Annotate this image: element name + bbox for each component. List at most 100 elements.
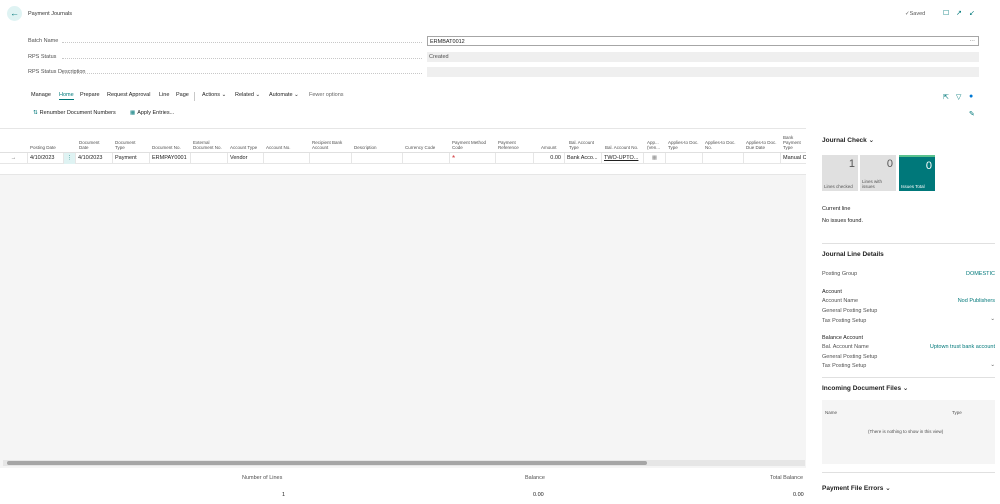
column-header[interactable]: Document Date <box>79 140 109 150</box>
lines-checked-tile[interactable]: 1 Lines checked <box>822 155 858 191</box>
column-header[interactable]: Bal. Account No. <box>605 145 639 150</box>
personalize-icon[interactable]: ✎ <box>969 110 975 118</box>
tab-prepare[interactable]: Prepare <box>80 92 100 98</box>
bal-account-type-cell[interactable]: Bank Acco... <box>565 153 602 164</box>
account-no-cell[interactable] <box>264 153 310 164</box>
back-arrow-icon[interactable]: ← <box>7 6 22 21</box>
total-balance-label: Total Balance <box>770 475 804 481</box>
column-header[interactable]: Recipient Bank Account <box>312 140 350 150</box>
column-header[interactable]: Document Type <box>115 140 145 150</box>
document-date-cell[interactable]: 4/10/2023 <box>76 153 113 164</box>
bal-tax-posting-setup-dropdown-icon[interactable]: ⌄ <box>990 362 995 368</box>
batch-name-field[interactable]: ERMBAT0012 ⋯ <box>427 36 979 46</box>
account-name-value[interactable]: Nod Publishers <box>958 298 995 304</box>
tax-posting-setup-dropdown-icon[interactable]: ⌄ <box>990 316 995 322</box>
menu-actions[interactable]: Actions ⌄ <box>202 92 226 98</box>
posting-date-cell[interactable]: 4/10/2023 <box>28 153 64 164</box>
horizontal-scrollbar[interactable] <box>3 460 805 466</box>
general-posting-setup-label: General Posting Setup <box>822 308 878 314</box>
column-header[interactable]: Posting Date <box>30 145 64 150</box>
bal-account-no-cell[interactable]: TWO-UPTO... <box>602 153 644 164</box>
balance-value: 0.00 <box>533 492 544 498</box>
rps-status-field: Created <box>427 52 979 62</box>
tab-page[interactable]: Page <box>176 92 189 98</box>
tax-posting-setup-label: Tax Posting Setup <box>822 318 867 324</box>
menu-related[interactable]: Related ⌄ <box>235 92 260 98</box>
incoming-document-files-title[interactable]: Incoming Document Files ⌄ <box>822 384 908 392</box>
column-header[interactable]: App... (Ven... <box>647 140 665 150</box>
saved-status: ✓Saved <box>905 11 926 17</box>
bal-account-name-label: Bal. Account Name <box>822 344 869 350</box>
column-header[interactable]: Amount <box>541 145 561 150</box>
external-document-no-cell[interactable] <box>191 153 228 164</box>
column-header[interactable]: Applies-to Doc. Type <box>668 140 700 150</box>
renumber-document-numbers-button[interactable]: ⇅ Renumber Document Numbers <box>33 110 116 116</box>
table-row[interactable]: → 4/10/2023 ⋮ 4/10/2023 Payment ERMPAY00… <box>0 153 806 164</box>
applies-checkbox-icon[interactable]: ▦ <box>644 153 666 164</box>
column-header[interactable]: Currency Code <box>405 145 445 150</box>
amount-cell[interactable]: 0.00 <box>534 153 565 164</box>
document-type-cell[interactable]: Payment <box>113 153 150 164</box>
filter-icon[interactable]: ▽ <box>956 93 961 101</box>
description-cell[interactable] <box>352 153 403 164</box>
payment-reference-cell[interactable] <box>496 153 534 164</box>
tab-manage[interactable]: Manage <box>31 92 51 98</box>
row-menu-icon[interactable]: ⋮ <box>64 153 76 164</box>
scrollbar-thumb[interactable] <box>7 461 647 465</box>
new-line-row[interactable] <box>0 164 806 175</box>
info-icon[interactable]: ● <box>969 93 973 100</box>
account-heading: Account <box>822 289 842 295</box>
apply-entries-icon: ▦ <box>130 110 136 116</box>
apply-entries-button[interactable]: ▦ Apply Entries... <box>130 110 174 116</box>
bookmark-icon[interactable]: ☐ <box>943 9 949 17</box>
bal-account-name-value[interactable]: Uptown trust bank account <box>930 344 995 350</box>
payment-file-errors-title[interactable]: Payment File Errors ⌄ <box>822 484 891 492</box>
column-header[interactable]: Payment Reference <box>498 140 528 150</box>
tab-request-approval[interactable]: Request Approval <box>107 92 150 98</box>
applies-to-doc-due-date-cell[interactable] <box>744 153 781 164</box>
total-balance-value: 0.00 <box>793 492 804 498</box>
renumber-icon: ⇅ <box>33 110 38 116</box>
applies-to-doc-type-cell[interactable] <box>666 153 703 164</box>
tab-line[interactable]: Line <box>159 92 169 98</box>
open-new-window-icon[interactable]: ↗ <box>956 9 962 17</box>
document-no-cell[interactable]: ERMPAY0001 <box>150 153 191 164</box>
current-line-label: Current line <box>822 206 851 212</box>
collapse-icon[interactable]: ↙ <box>969 9 975 17</box>
more-options-icon[interactable]: ⋯ <box>970 36 976 46</box>
recipient-bank-account-cell[interactable] <box>310 153 352 164</box>
incoming-name-column[interactable]: Name <box>825 410 837 415</box>
issues-total-tile[interactable]: 0 Issues Total <box>899 155 935 191</box>
balance-label: Balance <box>525 475 545 481</box>
column-header[interactable]: External Document No. <box>193 140 225 150</box>
account-type-cell[interactable]: Vendor <box>228 153 264 164</box>
posting-group-value[interactable]: DOMESTIC <box>966 271 995 277</box>
currency-code-cell[interactable] <box>403 153 450 164</box>
required-marker[interactable]: * <box>450 153 496 164</box>
column-header[interactable]: Document No. <box>152 145 186 150</box>
tab-home[interactable]: Home <box>59 92 74 100</box>
column-header[interactable]: Bank Payment Type <box>783 135 805 150</box>
lines-with-issues-tile[interactable]: 0 Lines with issues <box>860 155 896 191</box>
share-icon[interactable]: ⇱ <box>943 93 949 101</box>
column-header[interactable]: Account Type <box>230 145 260 150</box>
column-header[interactable]: Applies-to Doc. Due Date <box>746 140 778 150</box>
applies-to-doc-no-cell[interactable] <box>703 153 744 164</box>
balance-account-heading: Balance Account <box>822 335 863 341</box>
column-header[interactable]: Description <box>354 145 394 150</box>
column-header[interactable]: Payment Method Code <box>452 140 492 150</box>
account-name-label: Account Name <box>822 298 859 304</box>
column-header[interactable]: Account No. <box>266 145 306 150</box>
factbox-pane: Journal Check ⌄ 1 Lines checked 0 Lines … <box>822 128 995 504</box>
bank-payment-type-cell[interactable]: Manual C <box>781 153 806 164</box>
incoming-type-column[interactable]: Type <box>952 410 962 415</box>
column-header[interactable]: Applies-to Doc. No. <box>705 140 739 150</box>
empty-list-message: (There is nothing to show in this view) <box>868 429 944 434</box>
fewer-options-button[interactable]: Fewer options <box>309 92 344 98</box>
page-title: Payment Journals <box>28 11 73 17</box>
column-header[interactable]: Bal. Account Type <box>569 140 599 150</box>
number-of-lines-label: Number of Lines <box>242 475 283 481</box>
journal-check-title[interactable]: Journal Check ⌄ <box>822 136 874 144</box>
grid-header: Posting Date Document Date Document Type… <box>0 129 806 153</box>
menu-automate[interactable]: Automate ⌄ <box>269 92 299 98</box>
